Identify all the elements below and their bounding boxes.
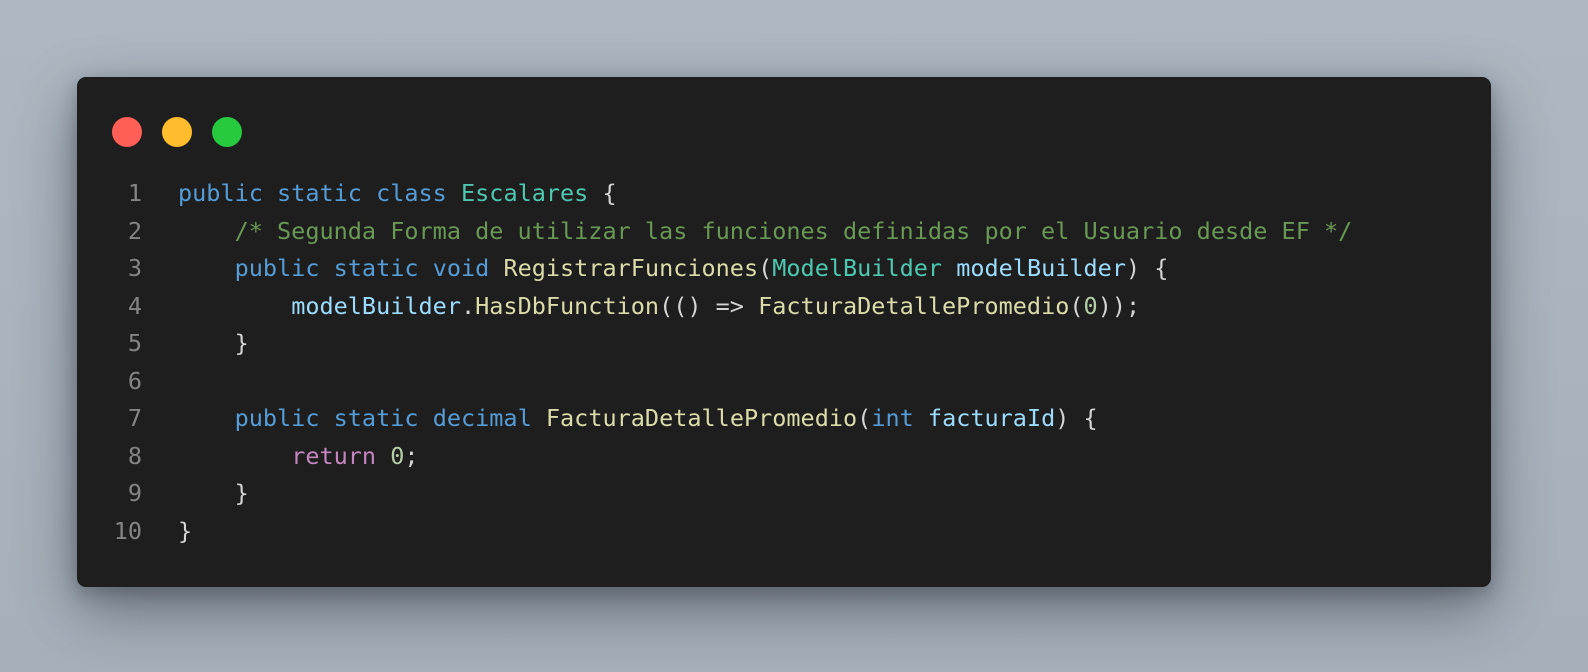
- code-token: HasDbFunction: [475, 291, 660, 320]
- line-number: 1: [127, 179, 142, 207]
- code-token: class: [376, 179, 447, 207]
- code-token: }: [178, 329, 249, 357]
- code-token: return: [291, 441, 377, 470]
- maximize-dot-icon[interactable]: [212, 117, 242, 147]
- line-number: 9: [127, 479, 142, 507]
- code-token: }: [178, 516, 193, 545]
- code-token: Escalares: [461, 179, 589, 207]
- line-code: }: [178, 475, 249, 513]
- window-controls: [112, 117, 242, 147]
- close-dot-icon[interactable]: [112, 117, 142, 147]
- code-line: 1 public static class Escalares {: [77, 175, 1491, 213]
- line-number: 10: [113, 516, 142, 545]
- line-code: }: [178, 325, 249, 363]
- line-code: modelBuilder.HasDbFunction(() => Factura…: [178, 288, 1140, 326]
- code-token: (: [857, 404, 872, 432]
- line-number: 2: [127, 216, 142, 245]
- line-number: 4: [127, 291, 142, 320]
- code-token: public: [234, 254, 320, 282]
- line-code: public static void RegistrarFunciones(Mo…: [178, 250, 1169, 288]
- line-number: 3: [127, 254, 142, 282]
- code-token: ;: [404, 441, 419, 470]
- code-token: int: [871, 404, 914, 432]
- code-line: 3 public static void RegistrarFunciones(…: [77, 250, 1491, 288]
- code-line: 10}: [77, 513, 1491, 551]
- code-token: public: [178, 179, 263, 207]
- line-code: return 0;: [178, 438, 419, 476]
- line-code: public static class Escalares {: [178, 175, 617, 213]
- code-token: ModelBuilder: [772, 254, 943, 282]
- code-token: 0: [1083, 291, 1098, 320]
- line-number: 8: [127, 441, 142, 470]
- code-block: 1 public static class Escalares {2 /* Seg…: [77, 175, 1491, 550]
- code-line: 7 public static decimal FacturaDetallePr…: [77, 400, 1491, 438]
- code-token: (() =>: [659, 291, 759, 320]
- code-token: }: [178, 479, 249, 507]
- line-code: public static decimal FacturaDetalleProm…: [178, 400, 1098, 438]
- line-number: 6: [127, 366, 142, 395]
- code-token: FacturaDetallePromedio: [545, 404, 858, 432]
- code-token: FacturaDetallePromedio: [758, 291, 1070, 320]
- code-token: modelBuilder: [956, 254, 1126, 282]
- code-token: void: [432, 254, 490, 282]
- code-line: 8 return 0;: [77, 438, 1491, 476]
- code-token: (: [1069, 291, 1084, 320]
- code-token: .: [460, 291, 476, 320]
- code-token: /* Segunda Forma de utilizar las funcion…: [234, 216, 1353, 245]
- code-line: 5 }: [77, 325, 1491, 363]
- line-number: 5: [127, 329, 142, 357]
- code-token: static: [333, 254, 419, 282]
- code-window: 1 public static class Escalares {2 /* Seg…: [77, 77, 1491, 587]
- line-code: /* Segunda Forma de utilizar las funcion…: [178, 213, 1353, 251]
- code-token: {: [588, 179, 617, 207]
- code-token: facturaId: [927, 404, 1056, 432]
- line-number: 7: [127, 404, 142, 432]
- code-token: ));: [1097, 291, 1141, 320]
- code-token: ) {: [1055, 404, 1098, 432]
- minimize-dot-icon[interactable]: [162, 117, 192, 147]
- code-line: 4 modelBuilder.HasDbFunction(() => Factu…: [77, 288, 1491, 326]
- code-token: decimal: [432, 404, 532, 432]
- code-token: (: [758, 254, 773, 282]
- code-token: ) {: [1125, 254, 1169, 282]
- code-token: static: [277, 179, 362, 207]
- code-line: 2 /* Segunda Forma de utilizar las funci…: [77, 213, 1491, 251]
- line-code: }: [178, 513, 192, 551]
- code-token: public: [234, 404, 320, 432]
- code-token: RegistrarFunciones: [503, 254, 759, 282]
- code-token: modelBuilder: [291, 291, 461, 320]
- code-line: 6: [77, 363, 1491, 401]
- code-token: static: [333, 404, 419, 432]
- code-token: 0: [390, 441, 405, 470]
- code-line: 9 }: [77, 475, 1491, 513]
